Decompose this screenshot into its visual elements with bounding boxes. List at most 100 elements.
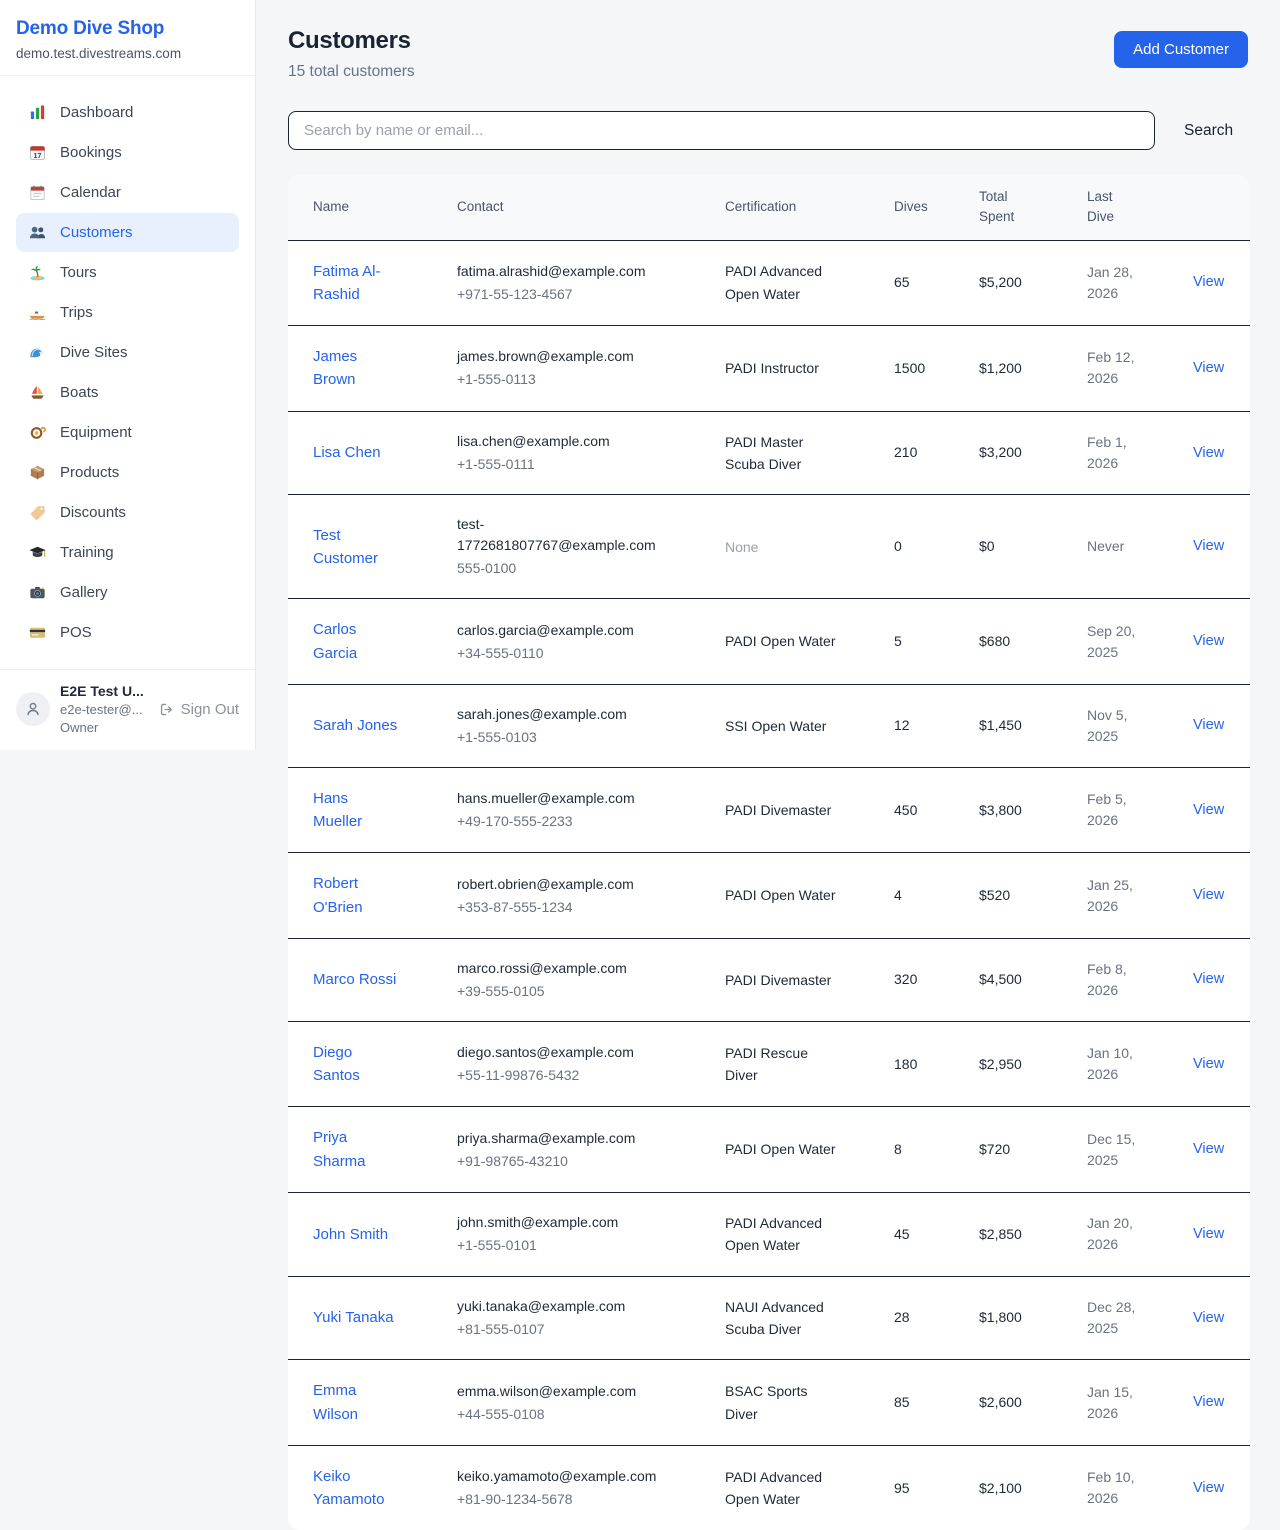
table-header-row: Name Contact Certification Dives Total S… bbox=[288, 175, 1250, 240]
customer-name-link[interactable]: Test Customer bbox=[313, 524, 401, 571]
products-icon bbox=[28, 463, 47, 482]
customer-certification: PADI Divemaster bbox=[725, 969, 831, 991]
customer-phone: +1-555-0111 bbox=[457, 454, 701, 475]
view-customer-link[interactable]: View bbox=[1193, 802, 1224, 818]
customer-name-link[interactable]: Robert O'Brien bbox=[313, 872, 401, 919]
sign-out-button[interactable]: Sign Out bbox=[158, 701, 239, 718]
customers-icon bbox=[28, 223, 47, 242]
sidebar-item-calendar[interactable]: Calendar bbox=[16, 173, 239, 212]
view-customer-link[interactable]: View bbox=[1193, 538, 1224, 554]
search-row: Search bbox=[288, 111, 1248, 150]
customer-row: Sarah Jones sarah.jones@example.com +1-5… bbox=[288, 684, 1250, 767]
sidebar-item-label: Products bbox=[60, 464, 119, 481]
customer-dives: 65 bbox=[894, 274, 910, 290]
user-section: E2E Test U... e2e-tester@... Owner Sign … bbox=[0, 669, 255, 750]
sidebar-item-trips[interactable]: Trips bbox=[16, 293, 239, 332]
customer-total-spent: $2,600 bbox=[979, 1394, 1022, 1410]
view-customer-link[interactable]: View bbox=[1193, 274, 1224, 290]
customer-row: Carlos Garcia carlos.garcia@example.com … bbox=[288, 599, 1250, 685]
customer-name-link[interactable]: Fatima Al-Rashid bbox=[313, 260, 401, 307]
customer-last-dive: Feb 5, 2026 bbox=[1087, 789, 1145, 831]
customer-phone: +81-90-1234-5678 bbox=[457, 1489, 701, 1510]
sign-out-label: Sign Out bbox=[181, 701, 239, 718]
pos-icon bbox=[28, 623, 47, 642]
sidebar-item-products[interactable]: Products bbox=[16, 453, 239, 492]
brand-name[interactable]: Demo Dive Shop bbox=[16, 18, 239, 40]
search-button[interactable]: Search bbox=[1182, 118, 1235, 144]
customer-certification: PADI Advanced Open Water bbox=[725, 1212, 843, 1257]
view-customer-link[interactable]: View bbox=[1193, 1480, 1224, 1496]
sidebar-item-equipment[interactable]: Equipment bbox=[16, 413, 239, 452]
view-customer-link[interactable]: View bbox=[1193, 971, 1224, 987]
customer-total-spent: $4,500 bbox=[979, 971, 1022, 987]
customer-name-link[interactable]: Lisa Chen bbox=[313, 441, 381, 464]
search-input[interactable] bbox=[288, 111, 1155, 150]
customer-phone: +353-87-555-1234 bbox=[457, 897, 701, 918]
customer-name-link[interactable]: Carlos Garcia bbox=[313, 618, 401, 665]
sidebar-item-label: Tours bbox=[60, 264, 97, 281]
customers-table: Name Contact Certification Dives Total S… bbox=[288, 175, 1250, 1530]
customer-total-spent: $3,800 bbox=[979, 802, 1022, 818]
sidebar-item-label: Training bbox=[60, 544, 114, 561]
customer-name-link[interactable]: Diego Santos bbox=[313, 1041, 401, 1088]
customer-name-link[interactable]: Yuki Tanaka bbox=[313, 1306, 394, 1329]
sidebar-item-pos[interactable]: POS bbox=[16, 613, 239, 652]
sidebar-item-discounts[interactable]: Discounts bbox=[16, 493, 239, 532]
view-customer-link[interactable]: View bbox=[1193, 445, 1224, 461]
sidebar-item-training[interactable]: Training bbox=[16, 533, 239, 572]
customer-certification: SSI Open Water bbox=[725, 715, 826, 737]
customer-phone: +91-98765-43210 bbox=[457, 1151, 701, 1172]
customer-dives: 5 bbox=[894, 633, 902, 649]
customer-last-dive: Nov 5, 2025 bbox=[1087, 705, 1145, 747]
customer-dives: 45 bbox=[894, 1226, 910, 1242]
customer-name-link[interactable]: Priya Sharma bbox=[313, 1126, 401, 1173]
sidebar-item-customers[interactable]: Customers bbox=[16, 213, 239, 252]
sidebar-item-label: Calendar bbox=[60, 184, 121, 201]
customer-row: Marco Rossi marco.rossi@example.com +39-… bbox=[288, 938, 1250, 1021]
customer-name-link[interactable]: Hans Mueller bbox=[313, 787, 401, 834]
view-customer-link[interactable]: View bbox=[1193, 1394, 1224, 1410]
sidebar-item-label: Customers bbox=[60, 224, 133, 241]
customer-last-dive: Never bbox=[1087, 536, 1124, 557]
customer-name-link[interactable]: Marco Rossi bbox=[313, 968, 396, 991]
sidebar-item-boats[interactable]: Boats bbox=[16, 373, 239, 412]
customer-dives: 210 bbox=[894, 444, 917, 460]
customer-name-link[interactable]: Sarah Jones bbox=[313, 714, 397, 737]
customer-name-link[interactable]: Emma Wilson bbox=[313, 1379, 401, 1426]
view-customer-link[interactable]: View bbox=[1193, 887, 1224, 903]
sidebar-item-label: Trips bbox=[60, 304, 93, 321]
customer-certification: PADI Divemaster bbox=[725, 799, 831, 821]
col-header-name: Name bbox=[288, 175, 433, 240]
view-customer-link[interactable]: View bbox=[1193, 717, 1224, 733]
view-customer-link[interactable]: View bbox=[1193, 1141, 1224, 1157]
customer-dives: 8 bbox=[894, 1141, 902, 1157]
sidebar-item-label: Bookings bbox=[60, 144, 122, 161]
customer-name-link[interactable]: John Smith bbox=[313, 1223, 388, 1246]
customer-dives: 4 bbox=[894, 887, 902, 903]
customer-row: Test Customer test-1772681807767@example… bbox=[288, 495, 1250, 599]
sidebar-item-bookings[interactable]: 17 Bookings bbox=[16, 133, 239, 172]
sidebar-item-tours[interactable]: Tours bbox=[16, 253, 239, 292]
add-customer-button[interactable]: Add Customer bbox=[1114, 31, 1248, 68]
view-customer-link[interactable]: View bbox=[1193, 1310, 1224, 1326]
sidebar-item-dive-sites[interactable]: Dive Sites bbox=[16, 333, 239, 372]
customer-name-link[interactable]: Keiko Yamamoto bbox=[313, 1465, 401, 1512]
customer-certification: PADI Open Water bbox=[725, 630, 835, 652]
customer-total-spent: $2,100 bbox=[979, 1480, 1022, 1496]
customer-total-spent: $680 bbox=[979, 633, 1010, 649]
customer-certification: PADI Advanced Open Water bbox=[725, 1466, 843, 1511]
customer-total-spent: $0 bbox=[979, 538, 995, 554]
view-customer-link[interactable]: View bbox=[1193, 1056, 1224, 1072]
view-customer-link[interactable]: View bbox=[1193, 633, 1224, 649]
sidebar-item-label: Dashboard bbox=[60, 104, 133, 121]
sidebar-item-dashboard[interactable]: Dashboard bbox=[16, 93, 239, 132]
customer-dives: 12 bbox=[894, 717, 910, 733]
view-customer-link[interactable]: View bbox=[1193, 360, 1224, 376]
sidebar-item-gallery[interactable]: Gallery bbox=[16, 573, 239, 612]
customers-table-card: Name Contact Certification Dives Total S… bbox=[288, 175, 1250, 1530]
customer-total-spent: $2,850 bbox=[979, 1226, 1022, 1242]
tours-icon bbox=[28, 263, 47, 282]
customer-name-link[interactable]: James Brown bbox=[313, 345, 401, 392]
discounts-icon bbox=[28, 503, 47, 522]
view-customer-link[interactable]: View bbox=[1193, 1226, 1224, 1242]
